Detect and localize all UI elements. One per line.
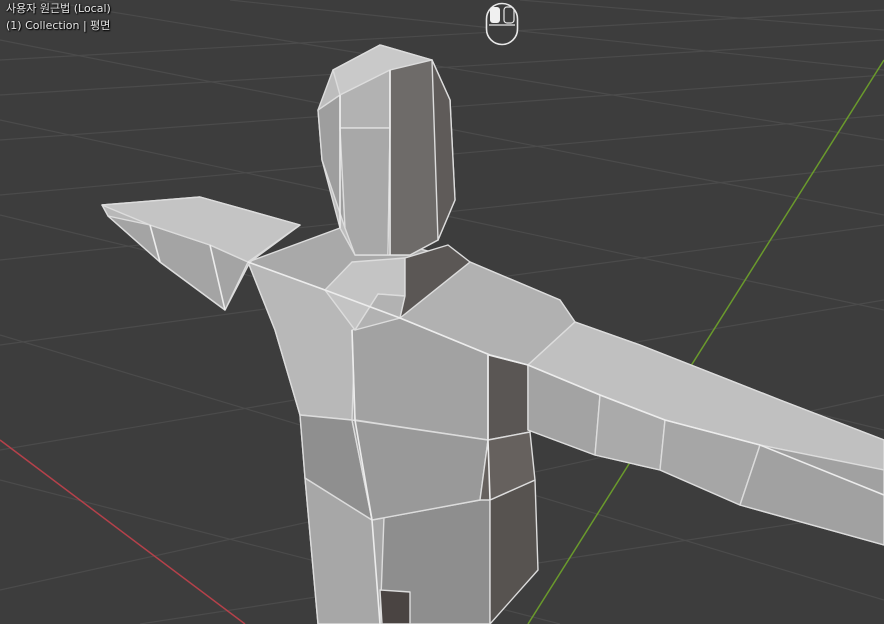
3d-viewport[interactable]: 사용자 원근법 (Local) (1) Collection | 평면 <box>0 0 884 624</box>
view-perspective-label: 사용자 원근법 (Local) <box>6 2 111 15</box>
collection-object-label: (1) Collection | 평면 <box>6 19 111 32</box>
mouse-left-button-icon <box>485 2 519 46</box>
viewport-scene[interactable] <box>0 0 884 624</box>
